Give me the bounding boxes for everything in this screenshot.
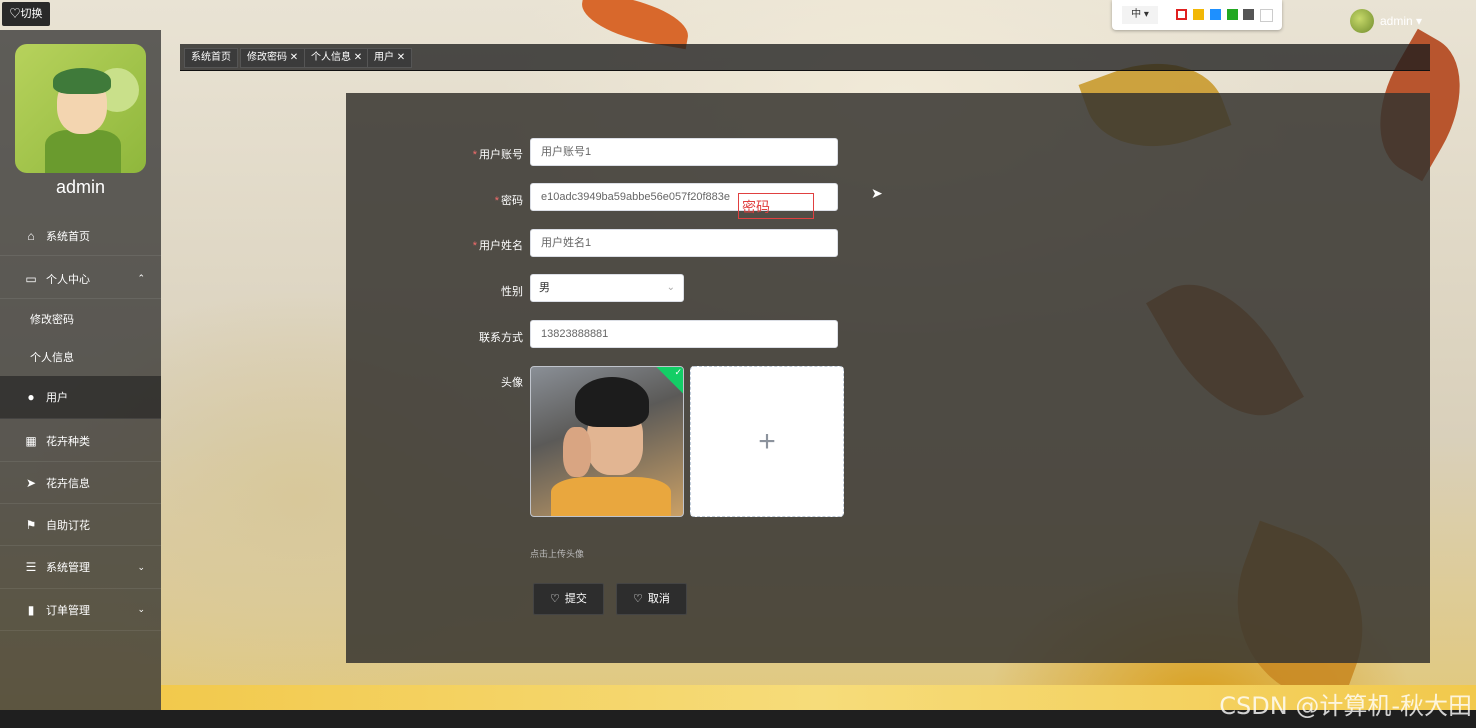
home-icon: ⌂ xyxy=(27,228,35,243)
flag-icon: ⚑ xyxy=(25,517,37,532)
account-label-text: 用户账号 xyxy=(479,149,523,161)
submit-label: 提交 xyxy=(564,593,587,605)
leaf-decoration xyxy=(577,0,693,50)
sidebar-item-system-management[interactable]: ☰ 系统管理 ⌄ xyxy=(0,546,161,589)
sidebar-item-personal-info[interactable]: 个人信息 xyxy=(0,337,161,377)
theme-swatch-green[interactable] xyxy=(1227,9,1238,20)
switch-button[interactable]: ♡切换 xyxy=(2,2,50,26)
name-label: * 用户姓名 xyxy=(433,237,523,253)
sidebar-item-flower-info[interactable]: ➤ 花卉信息 xyxy=(0,462,161,504)
sidebar-item-label: 系统首页 xyxy=(46,230,90,243)
sidebar-item-self-order[interactable]: ⚑ 自助订花 xyxy=(0,504,161,546)
language-select[interactable]: 中 ▾ xyxy=(1122,6,1158,24)
sidebar-item-users[interactable]: ● 用户 xyxy=(0,376,161,419)
theme-switcher: 中 ▾ xyxy=(1112,0,1282,30)
list-icon: ☰ xyxy=(25,560,37,574)
cancel-button[interactable]: ♡ 取消 xyxy=(616,583,687,615)
theme-swatch-gray[interactable] xyxy=(1243,9,1254,20)
account-input[interactable]: 用户账号1 xyxy=(530,138,838,166)
check-icon: ✓ xyxy=(674,367,682,377)
phone-label: 联系方式 xyxy=(479,332,523,344)
avatar-label: 头像 xyxy=(501,377,523,389)
heart-icon: ♡ xyxy=(633,593,643,605)
upload-avatar-button[interactable]: + xyxy=(690,366,844,517)
sidebar-item-home[interactable]: ⌂ 系统首页 xyxy=(0,216,161,256)
theme-swatch-white[interactable] xyxy=(1260,9,1273,22)
chevron-down-icon: ⌄ xyxy=(666,282,675,293)
tab-bar: 系统首页 修改密码 ✕ 个人信息 ✕ 用户 ✕ xyxy=(180,44,1430,71)
mouse-cursor-icon: ➤ xyxy=(871,185,883,201)
tab-personal-info[interactable]: 个人信息 ✕ xyxy=(304,48,370,68)
sidebar: admin ⌂ 系统首页 ▭ 个人中心 ⌃ 修改密码 个人信息 ● 用户 ▦ 花… xyxy=(0,30,161,728)
watermark: CSDN @计算机-秋大田 xyxy=(1219,692,1472,720)
avatar xyxy=(1350,9,1374,33)
user-form-panel: * 用户账号 用户账号1 * 密码 e10adc3949ba59abbe56e057… xyxy=(346,93,1430,663)
uploaded-avatar-image[interactable]: ✓ xyxy=(530,366,684,517)
sex-select[interactable]: 男 ⌄ xyxy=(530,274,684,302)
card-icon: ▭ xyxy=(25,271,37,286)
submit-button[interactable]: ♡ 提交 xyxy=(533,583,604,615)
chevron-down-icon: ⌄ xyxy=(137,561,145,572)
sex-label: 性别 xyxy=(501,286,523,298)
bulb-icon: ● xyxy=(27,390,35,404)
password-label-text: 密码 xyxy=(501,195,523,207)
tab-change-password[interactable]: 修改密码 ✕ xyxy=(240,48,306,68)
account-label: * 用户账号 xyxy=(433,146,523,162)
required-mark: * xyxy=(494,195,499,207)
upload-hint: 点击上传头像 xyxy=(530,549,585,559)
sidebar-item-order-management[interactable]: ▮ 订单管理 ⌄ xyxy=(0,589,161,631)
name-label-text: 用户姓名 xyxy=(479,240,523,252)
theme-swatch-blue[interactable] xyxy=(1210,9,1221,20)
grid-icon: ▦ xyxy=(25,433,37,448)
profile-name: admin xyxy=(55,177,106,197)
sidebar-item-label: 花卉种类 xyxy=(46,435,90,448)
required-mark: * xyxy=(472,240,477,252)
sex-value: 男 xyxy=(539,282,550,294)
photo-hair xyxy=(575,377,649,427)
theme-swatch-red[interactable] xyxy=(1176,9,1187,20)
chevron-down-icon: ⌄ xyxy=(137,604,145,614)
profile-avatar xyxy=(15,44,146,173)
sidebar-item-label: 用户 xyxy=(46,392,68,404)
photo-shirt xyxy=(551,477,671,516)
sidebar-item-label: 系统管理 xyxy=(46,562,90,574)
heart-icon: ♡ xyxy=(550,593,560,605)
sidebar-item-label: 个人中心 xyxy=(46,273,90,286)
tab-users[interactable]: 用户 ✕ xyxy=(367,48,413,68)
sidebar-item-change-password[interactable]: 修改密码 xyxy=(0,299,161,339)
user-menu[interactable]: admin ▾ xyxy=(1350,8,1422,34)
name-input[interactable]: 用户姓名1 xyxy=(530,229,838,257)
sidebar-item-flower-types[interactable]: ▦ 花卉种类 xyxy=(0,420,161,462)
password-label: * 密码 xyxy=(433,192,523,208)
user-name: admin ▾ xyxy=(1380,14,1423,28)
send-icon: ➤ xyxy=(25,475,37,490)
avatar-body xyxy=(45,130,121,173)
phone-input[interactable]: 13823888881 xyxy=(530,320,838,348)
plus-icon: + xyxy=(758,424,776,458)
cancel-label: 取消 xyxy=(647,593,670,605)
sidebar-item-label: 花卉信息 xyxy=(46,477,90,490)
chevron-up-icon: ⌃ xyxy=(137,273,145,283)
avatar-hair xyxy=(53,68,111,94)
theme-swatch-yellow[interactable] xyxy=(1193,9,1204,20)
password-tooltip: 密码 xyxy=(738,193,814,219)
sidebar-item-personal-center[interactable]: ▭ 个人中心 ⌃ xyxy=(0,259,161,299)
sidebar-item-label: 个人信息 xyxy=(30,352,74,364)
sidebar-item-label: 修改密码 xyxy=(30,314,74,326)
tab-home[interactable]: 系统首页 xyxy=(184,48,238,68)
sidebar-item-label: 订单管理 xyxy=(46,604,90,617)
required-mark: * xyxy=(472,149,477,161)
sidebar-item-label: 自助订花 xyxy=(46,519,90,532)
chart-icon: ▮ xyxy=(27,602,35,617)
photo-hand xyxy=(563,427,591,477)
